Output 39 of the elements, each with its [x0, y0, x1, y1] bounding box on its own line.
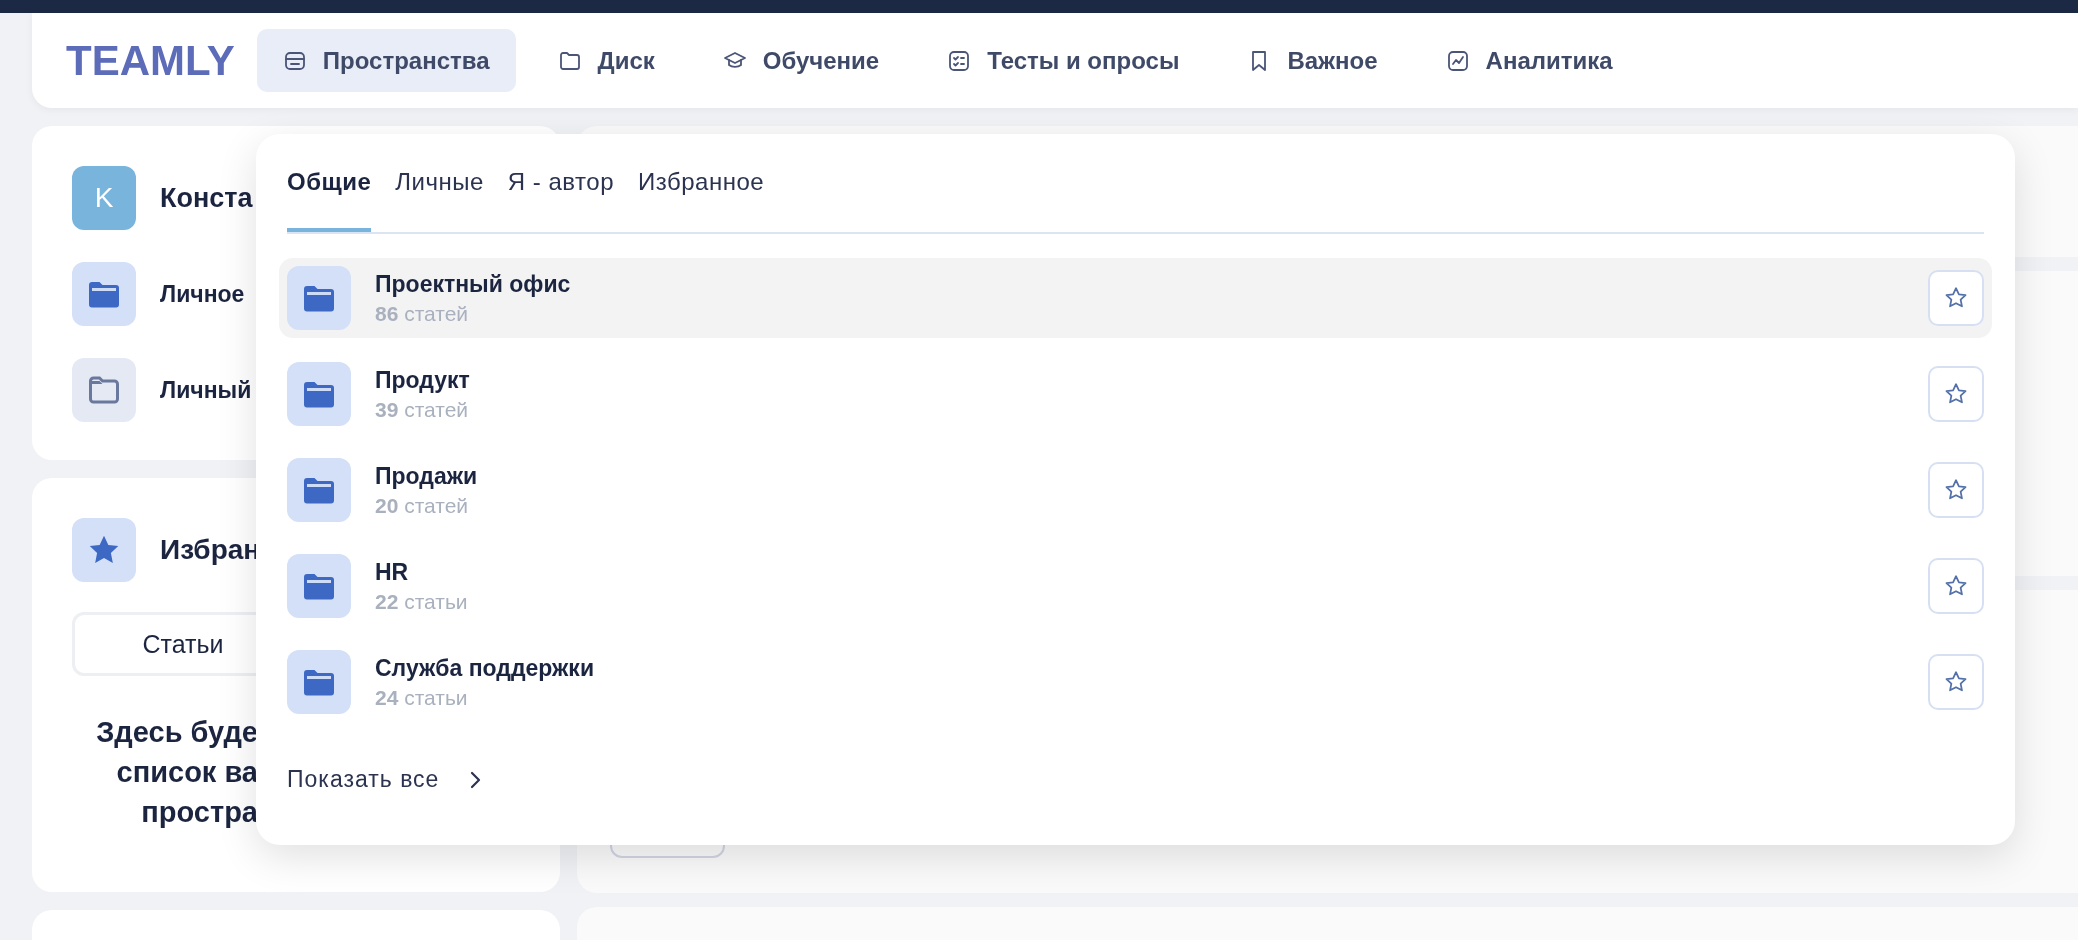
- favorite-button[interactable]: [1928, 654, 1984, 710]
- article-count: 86 статей: [375, 301, 470, 326]
- space-name: Продажи: [375, 462, 479, 490]
- user-name: Конста: [160, 182, 253, 214]
- space-item[interactable]: Проектный офис 86 статей: [279, 258, 1992, 338]
- space-name: Продукт: [375, 366, 471, 394]
- empty-state-text: Здесь буде список ва простра: [95, 715, 258, 830]
- nav-tab[interactable]: Тесты и опросы: [921, 29, 1206, 92]
- chevron-right-icon: [469, 769, 482, 790]
- nav-tab[interactable]: Аналитика: [1419, 29, 1639, 92]
- nav-tab[interactable]: Обучение: [696, 29, 906, 92]
- favorite-button[interactable]: [1928, 462, 1984, 518]
- logo: TEAMLY: [66, 36, 235, 85]
- nav-tab[interactable]: Пространства: [256, 29, 516, 92]
- checklist-icon: [947, 48, 972, 73]
- favorite-button[interactable]: [1928, 366, 1984, 422]
- article-count: 20 статей: [375, 493, 470, 518]
- article-count: 22 статьи: [375, 589, 469, 614]
- space-name: Служба поддержки: [375, 654, 596, 682]
- space-link[interactable]: Личный: [160, 376, 252, 404]
- nav-tab[interactable]: Важное: [1221, 29, 1404, 92]
- favorite-button[interactable]: [1928, 270, 1984, 326]
- section-title: Избран: [160, 534, 261, 566]
- tab[interactable]: Избранное: [638, 134, 765, 230]
- avatar: K: [72, 166, 136, 230]
- article-count: 24 статьи: [375, 685, 469, 710]
- article-count: 39 статей: [375, 397, 470, 422]
- favorite-button[interactable]: [1928, 558, 1984, 614]
- nav-tab[interactable]: Диск: [531, 29, 681, 92]
- chart-icon: [1445, 48, 1470, 73]
- space-name: Проектный офис: [375, 270, 572, 298]
- tab[interactable]: Общие: [287, 134, 372, 232]
- show-all-link[interactable]: Показать все: [287, 766, 482, 793]
- space-item[interactable]: Продукт 39 статей: [279, 354, 1992, 434]
- space-link[interactable]: Личное: [160, 280, 245, 308]
- tab[interactable]: Я - автор: [507, 134, 614, 230]
- space-item[interactable]: Продажи 20 статей: [279, 450, 1992, 530]
- tab[interactable]: Личные: [395, 134, 484, 230]
- space-name: HR: [375, 558, 410, 586]
